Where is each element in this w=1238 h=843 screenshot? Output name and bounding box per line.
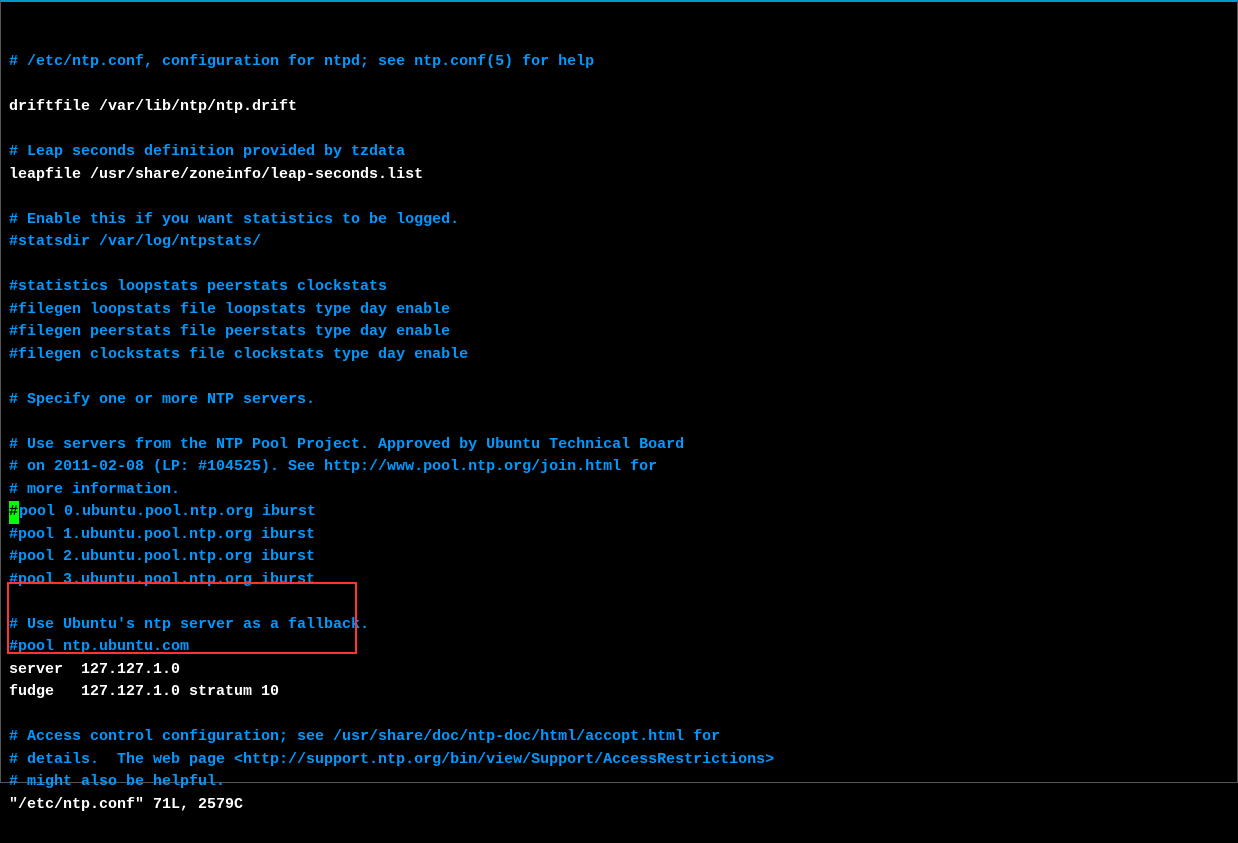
terminal-line: # Use servers from the NTP Pool Project.… — [9, 434, 1229, 457]
terminal-line: # /etc/ntp.conf, configuration for ntpd;… — [9, 51, 1229, 74]
terminal-line: #statsdir /var/log/ntpstats/ — [9, 231, 1229, 254]
terminal-line: # Enable this if you want statistics to … — [9, 209, 1229, 232]
terminal-line: # Specify one or more NTP servers. — [9, 389, 1229, 412]
terminal-line — [9, 74, 1229, 97]
terminal-line: # Access control configuration; see /usr… — [9, 726, 1229, 749]
terminal-text: pool 0.ubuntu.pool.ntp.org iburst — [19, 503, 316, 520]
terminal-line — [9, 366, 1229, 389]
terminal-line: driftfile /var/lib/ntp/ntp.drift — [9, 96, 1229, 119]
terminal-line: server 127.127.1.0 — [9, 659, 1229, 682]
terminal-line: # more information. — [9, 479, 1229, 502]
terminal-line: #pool 0.ubuntu.pool.ntp.org iburst — [9, 501, 1229, 524]
terminal-line: # Use Ubuntu's ntp server as a fallback. — [9, 614, 1229, 637]
terminal-line — [9, 186, 1229, 209]
terminal-line: #pool 3.ubuntu.pool.ntp.org iburst — [9, 569, 1229, 592]
terminal-line — [9, 704, 1229, 727]
terminal-line: #pool 2.ubuntu.pool.ntp.org iburst — [9, 546, 1229, 569]
terminal-line: #filegen clockstats file clockstats type… — [9, 344, 1229, 367]
terminal-line — [9, 119, 1229, 142]
terminal-line — [9, 411, 1229, 434]
terminal-line: leapfile /usr/share/zoneinfo/leap-second… — [9, 164, 1229, 187]
terminal-viewport[interactable]: # /etc/ntp.conf, configuration for ntpd;… — [1, 2, 1237, 843]
terminal-line: # details. The web page <http://support.… — [9, 749, 1229, 772]
terminal-line: #filegen peerstats file peerstats type d… — [9, 321, 1229, 344]
terminal-line: #statistics loopstats peerstats clocksta… — [9, 276, 1229, 299]
terminal-line: #pool 1.ubuntu.pool.ntp.org iburst — [9, 524, 1229, 547]
terminal-line: # Leap seconds definition provided by tz… — [9, 141, 1229, 164]
terminal-line — [9, 254, 1229, 277]
terminal-line: # might also be helpful. — [9, 771, 1229, 794]
terminal-line: "/etc/ntp.conf" 71L, 2579C — [9, 794, 1229, 817]
terminal-line — [9, 591, 1229, 614]
file-content: # /etc/ntp.conf, configuration for ntpd;… — [9, 51, 1229, 816]
terminal-line: #filegen loopstats file loopstats type d… — [9, 299, 1229, 322]
terminal-line: # on 2011-02-08 (LP: #104525). See http:… — [9, 456, 1229, 479]
terminal-line: fudge 127.127.1.0 stratum 10 — [9, 681, 1229, 704]
cursor: # — [9, 501, 19, 524]
terminal-line: #pool ntp.ubuntu.com — [9, 636, 1229, 659]
